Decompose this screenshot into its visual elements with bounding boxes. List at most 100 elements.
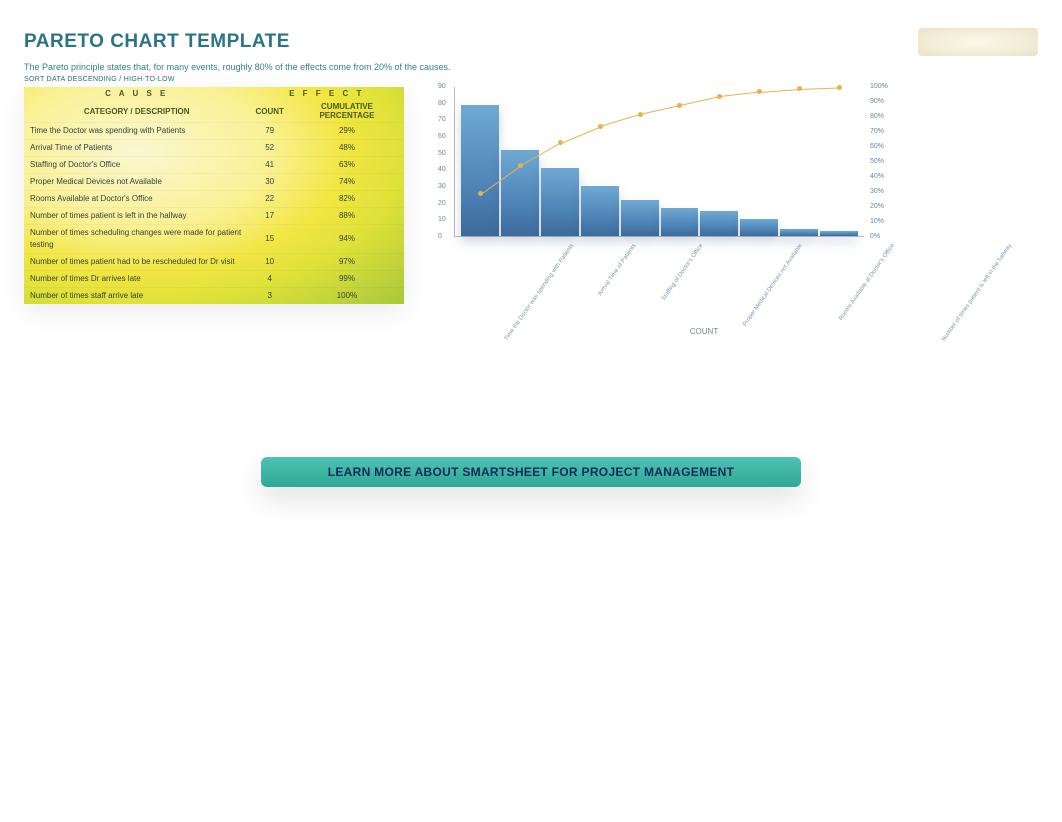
table-row: Rooms Available at Doctor's Office2282% xyxy=(24,191,404,208)
cell-pct: 100% xyxy=(290,288,404,305)
bar xyxy=(541,168,579,236)
cell-count: 3 xyxy=(249,288,289,305)
line-point xyxy=(837,85,842,90)
bar xyxy=(820,231,858,236)
content-row: C A U S E E F F E C T CATEGORY / DESCRIP… xyxy=(24,87,1038,367)
table-row: Number of times Dr arrives late499% xyxy=(24,271,404,288)
x-label: Proper Medical Devices not Available xyxy=(742,243,804,327)
cell-pct: 74% xyxy=(290,174,404,191)
bar xyxy=(740,219,778,236)
pareto-chart: 0102030405060708090 0%10%20%30%40%50%60%… xyxy=(424,87,984,367)
table-row: Number of times scheduling changes were … xyxy=(24,225,404,254)
table-row: Time the Doctor was spending with Patien… xyxy=(24,123,404,140)
y-left-tick: 50 xyxy=(438,150,446,157)
y-right-tick: 70% xyxy=(870,128,884,135)
cell-pct: 29% xyxy=(290,123,404,140)
table-supheader-effect: E F F E C T xyxy=(249,87,404,100)
cell-category: Staffing of Doctor's Office xyxy=(24,157,249,174)
learn-more-button[interactable]: LEARN MORE ABOUT SMARTSHEET FOR PROJECT … xyxy=(261,457,801,487)
x-label: Rooms Available at Doctor's Office xyxy=(838,243,896,322)
line-point xyxy=(677,103,682,108)
cell-count: 22 xyxy=(249,191,289,208)
cell-pct: 82% xyxy=(290,191,404,208)
table-header-count: COUNT xyxy=(249,100,289,123)
y-left-tick: 70 xyxy=(438,116,446,123)
cell-count: 4 xyxy=(249,271,289,288)
y-left-tick: 40 xyxy=(438,166,446,173)
cell-category: Number of times patient had to be resche… xyxy=(24,254,249,271)
x-axis-labels: Time the Doctor was spending with Patien… xyxy=(454,237,864,243)
y-left-tick: 80 xyxy=(438,100,446,107)
y-left-tick: 30 xyxy=(438,183,446,190)
table-header-category: CATEGORY / DESCRIPTION xyxy=(24,100,249,123)
page-title: PARETO CHART TEMPLATE xyxy=(24,31,290,53)
y-right-tick: 90% xyxy=(870,98,884,105)
y-right-tick: 60% xyxy=(870,143,884,150)
page-root: PARETO CHART TEMPLATE The Pareto princip… xyxy=(0,0,1062,515)
y-right-tick: 40% xyxy=(870,173,884,180)
cell-pct: 97% xyxy=(290,254,404,271)
bar xyxy=(661,208,699,236)
line-point xyxy=(598,124,603,129)
cell-category: Number of times patient is left in the h… xyxy=(24,208,249,225)
cell-category: Rooms Available at Doctor's Office xyxy=(24,191,249,208)
cell-pct: 99% xyxy=(290,271,404,288)
table-row: Arrival Time of Patients5248% xyxy=(24,140,404,157)
cell-count: 79 xyxy=(249,123,289,140)
bar xyxy=(700,211,738,236)
table-row: Proper Medical Devices not Available3074… xyxy=(24,174,404,191)
bar xyxy=(780,229,818,236)
line-point xyxy=(757,89,762,94)
y-right-tick: 50% xyxy=(870,158,884,165)
cell-pct: 94% xyxy=(290,225,404,254)
bar xyxy=(581,186,619,236)
y-left-tick: 60 xyxy=(438,133,446,140)
cell-pct: 88% xyxy=(290,208,404,225)
x-label: Staffing of Doctor's Office xyxy=(661,243,705,302)
cell-category: Proper Medical Devices not Available xyxy=(24,174,249,191)
cell-count: 15 xyxy=(249,225,289,254)
table-row: Number of times patient is left in the h… xyxy=(24,208,404,225)
bar xyxy=(461,105,499,236)
chart-plot-area xyxy=(454,87,864,237)
cell-category: Number of times scheduling changes were … xyxy=(24,225,249,254)
y-right-tick: 100% xyxy=(870,83,888,90)
line-point xyxy=(558,140,563,145)
cell-pct: 63% xyxy=(290,157,404,174)
cell-count: 41 xyxy=(249,157,289,174)
cell-pct: 48% xyxy=(290,140,404,157)
header: PARETO CHART TEMPLATE xyxy=(24,28,1038,56)
cell-count: 10 xyxy=(249,254,289,271)
line-point xyxy=(518,163,523,168)
table-supheader-cause: C A U S E xyxy=(24,87,249,100)
table-row: Number of times staff arrive late3100% xyxy=(24,288,404,305)
table-header-pct: CUMULATIVE PERCENTAGE xyxy=(290,100,404,123)
table-row: Staffing of Doctor's Office4163% xyxy=(24,157,404,174)
y-right-tick: 80% xyxy=(870,113,884,120)
y-right-tick: 30% xyxy=(870,188,884,195)
y-left-tick: 90 xyxy=(438,83,446,90)
y-left-tick: 10 xyxy=(438,216,446,223)
x-label: Arrival Time of Patients xyxy=(597,243,637,297)
cell-count: 30 xyxy=(249,174,289,191)
line-point xyxy=(797,86,802,91)
line-point xyxy=(638,112,643,117)
pareto-table: C A U S E E F F E C T CATEGORY / DESCRIP… xyxy=(24,87,404,304)
bar xyxy=(621,200,659,236)
principle-text: The Pareto principle states that, for ma… xyxy=(24,62,1038,72)
table-row: Number of times patient had to be resche… xyxy=(24,254,404,271)
y-right-tick: 0% xyxy=(870,233,880,240)
line-point xyxy=(717,94,722,99)
sort-note: SORT DATA DESCENDING / HIGH-TO-LOW xyxy=(24,76,1038,83)
y-right-tick: 10% xyxy=(870,218,884,225)
cell-category: Number of times Dr arrives late xyxy=(24,271,249,288)
cell-category: Arrival Time of Patients xyxy=(24,140,249,157)
y-right-tick: 20% xyxy=(870,203,884,210)
y-left-tick: 0 xyxy=(438,233,442,240)
logo-placeholder xyxy=(918,28,1038,56)
cell-count: 52 xyxy=(249,140,289,157)
cell-category: Time the Doctor was spending with Patien… xyxy=(24,123,249,140)
cell-category: Number of times staff arrive late xyxy=(24,288,249,305)
cell-count: 17 xyxy=(249,208,289,225)
y-left-tick: 20 xyxy=(438,200,446,207)
